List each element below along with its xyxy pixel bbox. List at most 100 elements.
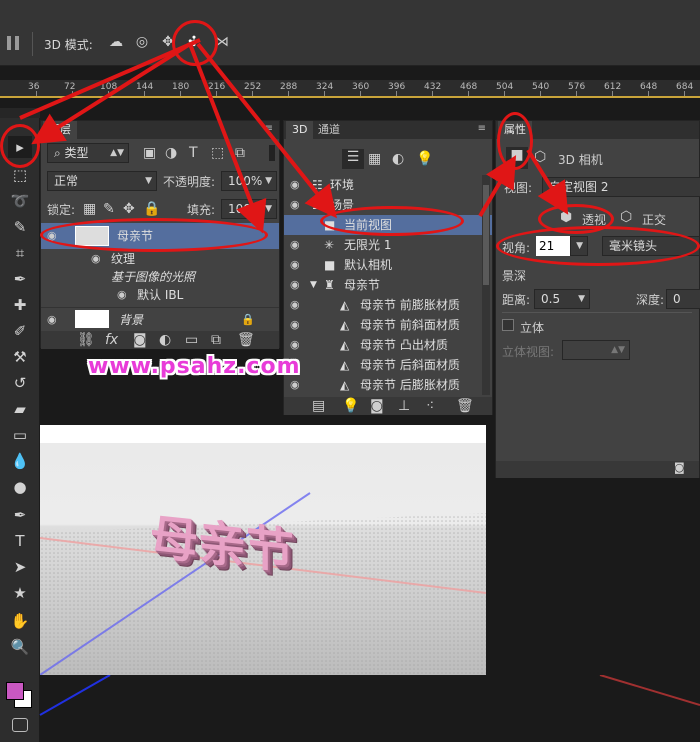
3d-row-material[interactable]: ◉ ◭ 母亲节 前斜面材质: [284, 315, 492, 335]
ground-icon[interactable]: ⊥: [398, 398, 410, 414]
3d-row-mesh[interactable]: ◉ ▼ ♜ 母亲节: [284, 275, 492, 295]
lock-pixels-icon[interactable]: ✎: [103, 201, 115, 217]
distance-field[interactable]: 0.5 ▼: [534, 289, 590, 309]
filter-toggle[interactable]: [269, 145, 275, 161]
orthographic-label[interactable]: 正交: [642, 211, 666, 228]
camera-view-icon[interactable]: ◙: [370, 398, 384, 414]
lock-position-icon[interactable]: ✥: [123, 201, 135, 217]
blur-tool-icon[interactable]: 💧: [8, 450, 32, 472]
3d-row-environment[interactable]: ◉ ☷ 环境: [284, 175, 492, 195]
type-filter-icon[interactable]: T: [189, 145, 198, 161]
shape-tool-icon[interactable]: ★: [8, 582, 32, 604]
3d-row-infinite-light[interactable]: ◉ ✳ 无限光 1: [284, 235, 492, 255]
type-tool-icon[interactable]: T: [8, 530, 32, 552]
add-light-icon[interactable]: 💡: [342, 398, 359, 414]
lock-all-icon[interactable]: 🔒: [143, 201, 160, 217]
quick-select-tool-icon[interactable]: ✎: [8, 216, 32, 238]
history-brush-tool-icon[interactable]: ↺: [8, 372, 32, 394]
tab-3d[interactable]: 3D: [286, 121, 314, 139]
eyedropper-tool-icon[interactable]: ✒: [8, 268, 32, 290]
scrollbar[interactable]: [482, 175, 490, 395]
eye-icon[interactable]: ◉: [290, 275, 304, 295]
3d-viewport[interactable]: 母亲节: [40, 443, 486, 675]
3d-row-material[interactable]: ◉ ◭ 母亲节 凸出材质: [284, 335, 492, 355]
3d-text-object[interactable]: 母亲节: [150, 497, 294, 582]
opacity-field[interactable]: 100% ▼: [221, 171, 277, 191]
ruler-tick: [324, 91, 325, 96]
mesh-filter-icon[interactable]: ▦: [368, 151, 381, 167]
eye-icon[interactable]: ◉: [47, 310, 61, 330]
cube-icon: ⬡: [534, 149, 547, 165]
eye-icon[interactable]: ◉: [290, 255, 304, 275]
3d-row-material[interactable]: ◉ ◭ 母亲节 前膨胀材质: [284, 295, 492, 315]
blend-mode-select[interactable]: 正常 ▼: [47, 171, 157, 191]
rotate-3d-icon[interactable]: ☁: [106, 34, 126, 50]
clone-stamp-tool-icon[interactable]: ⚒: [8, 346, 32, 368]
brush-tool-icon[interactable]: ✐: [8, 320, 32, 342]
3d-row-material[interactable]: ◉ ◭ 母亲节 后斜面材质: [284, 355, 492, 375]
gradient-tool-icon[interactable]: ▭: [8, 424, 32, 446]
zoom-tool-icon[interactable]: 🔍: [8, 636, 32, 658]
eye-icon[interactable]: ◉: [290, 195, 304, 215]
ruler-tick: [504, 91, 505, 96]
healing-brush-tool-icon[interactable]: ✚: [8, 294, 32, 316]
layer-row-textures[interactable]: ◉ 纹理: [41, 249, 279, 269]
layer-row-default-ibl[interactable]: ◉ 默认 IBL: [41, 285, 279, 305]
eraser-tool-icon[interactable]: ▰: [8, 398, 32, 420]
hand-tool-icon[interactable]: ✋: [8, 610, 32, 632]
panel-menu-icon[interactable]: ≡: [478, 123, 486, 134]
shape-filter-icon[interactable]: ⬚: [211, 145, 224, 161]
render-icon[interactable]: ▤: [312, 398, 325, 414]
scrollbar-thumb[interactable]: [483, 185, 489, 285]
tab-layers[interactable]: 图层: [43, 121, 77, 139]
eye-icon[interactable]: ◉: [290, 315, 304, 335]
annotation-ring: [497, 112, 533, 170]
pen-tool-icon[interactable]: ✒: [8, 504, 32, 526]
path-select-tool-icon[interactable]: ➤: [8, 556, 32, 578]
new-layer-icon[interactable]: ⧉: [211, 332, 221, 348]
new-group-icon[interactable]: ▭: [185, 332, 198, 348]
add-mask-icon[interactable]: ◙: [133, 332, 147, 348]
adjustment-layer-icon[interactable]: ◐: [159, 332, 171, 348]
eye-icon[interactable]: ◉: [290, 235, 304, 255]
tab-channels[interactable]: 通道: [312, 121, 346, 139]
eye-icon[interactable]: ◉: [117, 285, 131, 305]
lock-transparent-icon[interactable]: ▦: [83, 201, 96, 217]
link-layers-icon[interactable]: ⛓: [77, 332, 95, 348]
pixel-filter-icon[interactable]: ▣: [143, 145, 156, 161]
stereo-checkbox[interactable]: [502, 319, 514, 331]
fill-field[interactable]: 100% ▼: [221, 199, 277, 219]
filter-kind-select[interactable]: ⌕ 类型 ▲▼: [47, 143, 129, 163]
fill-label: 填充:: [187, 203, 216, 217]
trash-icon[interactable]: 🗑: [237, 332, 255, 348]
scene-filter-icon[interactable]: ☰: [342, 149, 364, 169]
layer-row-ibl-group[interactable]: 基于图像的光照: [41, 267, 279, 287]
light-filter-icon[interactable]: 💡: [416, 151, 433, 167]
roll-3d-icon[interactable]: ◎: [132, 34, 152, 50]
lasso-tool-icon[interactable]: ➰: [8, 190, 32, 212]
constraint-icon[interactable]: ⁖: [426, 398, 434, 414]
eye-icon[interactable]: ◉: [290, 295, 304, 315]
smart-object-filter-icon[interactable]: ⧉: [235, 145, 245, 161]
orthographic-icon[interactable]: ⬡: [620, 209, 632, 225]
3d-row-default-camera[interactable]: ◉ ■ 默认相机: [284, 255, 492, 275]
panel-menu-icon[interactable]: ≡: [265, 123, 273, 134]
eye-icon[interactable]: ◉: [91, 249, 105, 269]
opacity-label: 不透明度:: [163, 175, 216, 189]
3d-row-material[interactable]: ◉ ◭ 母亲节 后膨胀材质: [284, 375, 492, 395]
material-filter-icon[interactable]: ◐: [392, 151, 404, 167]
dodge-tool-icon[interactable]: ●: [8, 476, 32, 498]
camera-icon[interactable]: ◙: [674, 461, 685, 474]
layer-row-background[interactable]: ◉ 背景 🔒: [41, 307, 279, 331]
view-select[interactable]: 自定视图 2: [542, 177, 700, 197]
depth-field[interactable]: 0: [666, 289, 700, 309]
fx-icon[interactable]: fx: [105, 332, 118, 348]
expand-arrow-icon[interactable]: ▼: [310, 275, 317, 295]
adjustment-filter-icon[interactable]: ◑: [165, 145, 177, 161]
eye-icon[interactable]: ◉: [290, 335, 304, 355]
layer-name: 默认 IBL: [137, 288, 184, 302]
stereo-view-select[interactable]: ▲▼: [562, 340, 630, 360]
crop-tool-icon[interactable]: ⌗: [8, 242, 32, 264]
eye-icon[interactable]: ◉: [290, 175, 304, 195]
trash-icon[interactable]: 🗑: [456, 398, 474, 414]
